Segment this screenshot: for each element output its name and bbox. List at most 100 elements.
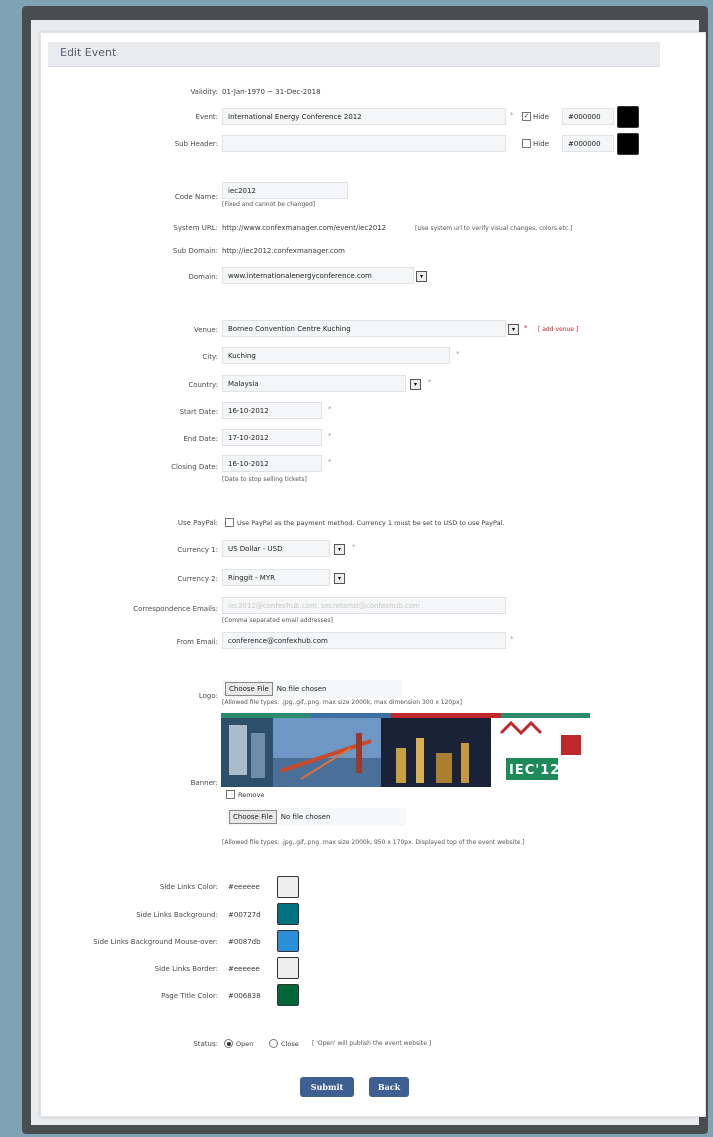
- paypal-checkbox[interactable]: [225, 518, 234, 527]
- side-links-background-label: Side Links Background:: [136, 911, 218, 919]
- banner-remove-checkbox[interactable]: [226, 790, 235, 799]
- side-links-background-value[interactable]: #00727d: [228, 911, 261, 919]
- sub-header-label: Sub Header:: [174, 140, 218, 148]
- page-title: Edit Event: [60, 46, 117, 59]
- logo-file-status: No file chosen: [276, 685, 327, 693]
- city-input[interactable]: Kuching: [222, 347, 450, 364]
- submit-button[interactable]: Submit: [300, 1077, 354, 1097]
- paypal-description: Use PayPal as the payment method. Curren…: [237, 519, 505, 527]
- start-date-input[interactable]: 16-10-2012: [222, 402, 322, 419]
- logo-label: Logo:: [198, 692, 218, 700]
- code-name-label: Code Name:: [174, 193, 218, 201]
- side-links-border-swatch[interactable]: [277, 957, 299, 979]
- currency1-label: Currency 1:: [177, 546, 218, 554]
- venue-select[interactable]: Borneo Convention Centre Kuching: [222, 320, 506, 337]
- page-title-color-swatch[interactable]: [277, 984, 299, 1006]
- banner-note: [Allowed file types: .jpg,.gif,.png. max…: [222, 839, 525, 846]
- side-links-border-label: Side Links Border:: [154, 965, 218, 973]
- banner-file-status: No file chosen: [280, 813, 331, 821]
- page-title-color-value[interactable]: #006838: [228, 992, 261, 1000]
- event-color-input[interactable]: #000000: [562, 108, 614, 125]
- event-label: Event:: [195, 113, 218, 121]
- currency1-select[interactable]: US Dollar - USD: [222, 540, 330, 557]
- side-links-mouseover-value[interactable]: #0087db: [228, 938, 261, 946]
- from-email-label: From Email:: [176, 638, 218, 646]
- country-dropdown-arrow-icon[interactable]: ▾: [410, 379, 421, 390]
- logo-note: [Allowed file types: .jpg,.gif,.png. max…: [222, 699, 462, 706]
- back-button[interactable]: Back: [369, 1077, 409, 1097]
- banner-remove-label: Remove: [238, 791, 265, 799]
- sub-header-hide-label: Hide: [533, 140, 549, 148]
- required-marker: *: [428, 378, 432, 386]
- required-marker: *: [510, 111, 514, 119]
- required-marker: *: [510, 635, 514, 643]
- banner-file-input[interactable]: Choose File No file chosen: [226, 808, 406, 826]
- domain-dropdown-arrow-icon[interactable]: ▾: [416, 271, 427, 282]
- required-marker: *: [328, 432, 332, 440]
- correspondence-note: [Comma separated email addresses]: [222, 617, 333, 624]
- country-label: Country:: [188, 381, 218, 389]
- validity-value: 01-Jan-1970 ~ 31-Dec-2018: [222, 88, 321, 96]
- end-date-label: End Date:: [183, 435, 218, 443]
- closing-date-input[interactable]: 16-10-2012: [222, 455, 322, 472]
- system-url-note: [Use system url to verify visual changes…: [415, 225, 573, 232]
- correspondence-input[interactable]: iec2012@confexhub.com, secretariat@confe…: [222, 597, 506, 614]
- sub-domain-value: http://iec2012.confexmanager.com: [222, 247, 345, 255]
- status-close-radio[interactable]: [269, 1039, 278, 1048]
- banner-logo-text: IEC'12: [509, 763, 561, 778]
- end-date-input[interactable]: 17-10-2012: [222, 429, 322, 446]
- event-color-swatch[interactable]: [617, 106, 639, 128]
- status-open-radio[interactable]: [224, 1039, 233, 1048]
- required-marker: *: [328, 458, 332, 466]
- edit-event-panel: [40, 32, 706, 1117]
- validity-label: Validity:: [190, 88, 218, 96]
- required-marker: *: [456, 350, 460, 358]
- country-select[interactable]: Malaysia: [222, 375, 406, 392]
- system-url-label: System URL:: [173, 224, 218, 232]
- status-label: Status:: [193, 1040, 218, 1048]
- side-links-color-swatch[interactable]: [277, 876, 299, 898]
- closing-date-label: Closing Date:: [171, 463, 218, 471]
- add-venue-link[interactable]: [ add venue ]: [538, 326, 578, 333]
- side-links-background-swatch[interactable]: [277, 903, 299, 925]
- currency2-label: Currency 2:: [177, 575, 218, 583]
- code-name-input: iec2012: [222, 182, 348, 199]
- currency2-dropdown-arrow-icon[interactable]: ▾: [334, 573, 345, 584]
- event-hide-checkbox[interactable]: ✓: [522, 112, 531, 121]
- status-close-label: Close: [281, 1040, 299, 1048]
- from-email-input[interactable]: conference@confexhub.com: [222, 632, 506, 649]
- side-links-color-label: Side Links Color:: [159, 883, 218, 891]
- logo-file-input[interactable]: Choose File No file chosen: [222, 680, 402, 698]
- side-links-mouseover-label: Side Links Background Mouse-over:: [93, 938, 218, 946]
- sub-header-hide-checkbox[interactable]: [522, 139, 531, 148]
- correspondence-label: Correspondence Emails:: [133, 605, 218, 613]
- banner-choose-file-button[interactable]: Choose File: [229, 810, 277, 824]
- sub-header-color-input[interactable]: #000000: [562, 135, 614, 152]
- system-url-value[interactable]: http://www.confexmanager.com/event/iec20…: [222, 224, 386, 232]
- side-links-color-value[interactable]: #eeeeee: [228, 883, 260, 891]
- start-date-label: Start Date:: [179, 408, 218, 416]
- panel-header: Edit Event: [48, 42, 660, 67]
- banner-label: Banner:: [190, 779, 218, 787]
- currency1-dropdown-arrow-icon[interactable]: ▾: [334, 544, 345, 555]
- currency2-select[interactable]: Ringgit - MYR: [222, 569, 330, 586]
- banner-image: IEC'12: [221, 713, 590, 787]
- page-title-color-label: Page Title Color:: [161, 992, 218, 1000]
- required-marker: *: [352, 543, 356, 551]
- status-note: [ 'Open' will publish the event website …: [312, 1040, 432, 1047]
- paypal-label: Use PayPal:: [177, 519, 218, 527]
- event-input[interactable]: International Energy Conference 2012: [222, 108, 506, 125]
- sub-header-input[interactable]: [222, 135, 506, 152]
- side-links-mouseover-swatch[interactable]: [277, 930, 299, 952]
- venue-dropdown-arrow-icon[interactable]: ▾: [508, 324, 519, 335]
- domain-select[interactable]: www.internationalenergyconference.com: [222, 267, 414, 284]
- city-label: City:: [202, 353, 218, 361]
- sub-header-color-swatch[interactable]: [617, 133, 639, 155]
- domain-label: Domain:: [188, 273, 218, 281]
- closing-date-note: [Date to stop selling tickets]: [222, 476, 307, 483]
- side-links-border-value[interactable]: #eeeeee: [228, 965, 260, 973]
- required-marker: *: [328, 405, 332, 413]
- required-marker: *: [524, 324, 528, 332]
- logo-choose-file-button[interactable]: Choose File: [225, 682, 273, 696]
- code-name-note: [Fixed and cannot be changed]: [222, 201, 316, 208]
